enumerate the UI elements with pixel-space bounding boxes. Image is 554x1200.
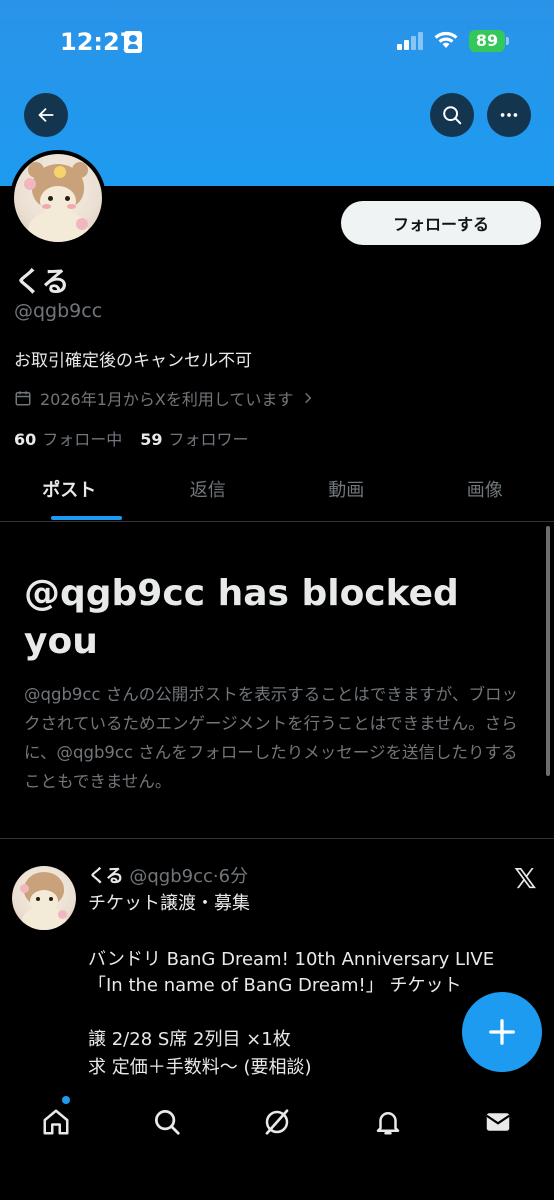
profile-avatar[interactable] — [10, 150, 106, 246]
search-icon — [155, 1110, 180, 1135]
notifications-icon — [376, 1112, 400, 1135]
battery-indicator: 89 — [469, 30, 505, 52]
back-button[interactable] — [24, 93, 68, 137]
scrollbar[interactable] — [546, 526, 550, 776]
nav-home[interactable] — [36, 1102, 76, 1142]
wifi-icon — [434, 31, 458, 48]
post-meta: @qgb9cc·6分 — [129, 866, 249, 887]
followers-count: 59 — [140, 430, 163, 449]
more-button[interactable] — [487, 93, 531, 137]
calendar-icon — [15, 391, 31, 406]
post-line: 「In the name of BanG Dream!」 チケット — [88, 975, 462, 996]
compose-button[interactable] — [462, 992, 542, 1072]
following-label: フォロー中 — [42, 430, 123, 449]
post-line: チケット譲渡・募集 — [88, 893, 250, 914]
battery-tip — [506, 37, 509, 45]
post-author-name[interactable]: くる — [88, 866, 124, 887]
post-avatar[interactable] — [12, 866, 76, 930]
plus-icon — [489, 1019, 515, 1045]
id-card-icon — [124, 31, 142, 53]
status-bar: 12:27 89 — [0, 0, 554, 84]
followers-link[interactable]: 59 フォロワー — [140, 426, 248, 450]
profile-bio: お取引確定後のキャンセル不可 — [14, 351, 252, 371]
arrow-left-icon — [38, 107, 54, 123]
nav-messages[interactable] — [478, 1102, 518, 1142]
avatar-image — [14, 154, 102, 242]
profile-handle: @qgb9cc — [14, 300, 103, 322]
tab-posts[interactable]: ポスト — [0, 464, 139, 521]
cellular-signal-icon — [397, 32, 425, 50]
nav-search[interactable] — [147, 1102, 187, 1142]
bottom-nav — [0, 1086, 554, 1200]
tab-videos[interactable]: 動画 — [277, 464, 416, 521]
profile-display-name: くる — [14, 265, 70, 298]
post-header: くる @qgb9cc·6分 — [88, 862, 248, 888]
active-tab-indicator — [51, 516, 122, 520]
home-unread-dot — [62, 1096, 70, 1104]
messages-icon — [486, 1113, 510, 1131]
grok-icon — [265, 1109, 289, 1135]
joined-text: 2026年1月からXを利用しています — [40, 390, 294, 409]
blocked-title: @qgb9cc has blocked you — [24, 573, 459, 662]
home-icon — [43, 1109, 69, 1135]
section-divider — [0, 838, 554, 839]
tab-images[interactable]: 画像 — [416, 464, 554, 521]
profile-stats: 60 フォロー中 59 フォロワー — [14, 426, 249, 450]
profile-tabs: ポスト 返信 動画 画像 — [0, 464, 554, 522]
post-line: 求 定価＋手数料〜 (要相談) — [88, 1057, 312, 1078]
search-icon — [443, 106, 462, 125]
nav-notifications[interactable] — [368, 1102, 408, 1142]
following-link[interactable]: 60 フォロー中 — [14, 426, 122, 450]
more-horizontal-icon — [500, 113, 518, 117]
tab-replies[interactable]: 返信 — [139, 464, 278, 521]
search-button[interactable] — [430, 93, 474, 137]
followers-label: フォロワー — [168, 430, 249, 449]
nav-grok[interactable] — [257, 1102, 297, 1142]
blocked-description: @qgb9cc さんの公開ポストを表示することはできますが、ブロックされているた… — [24, 685, 518, 791]
chevron-right-icon — [305, 392, 312, 404]
post-line: バンドリ BanG Dream! 10th Anniversary LIVE — [88, 949, 495, 970]
profile-joined[interactable]: 2026年1月からXを利用しています — [14, 386, 315, 410]
follow-button[interactable]: フォローする — [341, 201, 541, 245]
following-count: 60 — [14, 430, 37, 449]
